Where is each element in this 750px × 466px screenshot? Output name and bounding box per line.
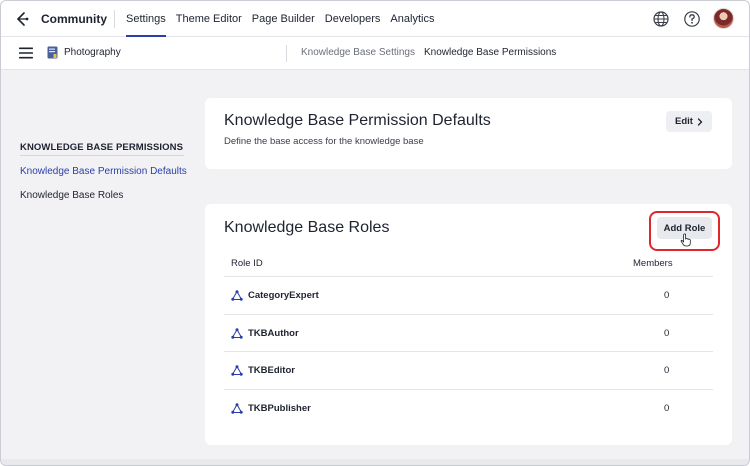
table-row[interactable]: TKBAuthor 0 bbox=[224, 313, 713, 352]
nav-tab-analytics[interactable]: Analytics bbox=[390, 1, 434, 37]
nav-tabs: Settings Theme Editor Page Builder Devel… bbox=[126, 1, 434, 37]
sidebar-item-permission-defaults[interactable]: Knowledge Base Permission Defaults bbox=[20, 166, 187, 177]
sidebar-divider bbox=[20, 155, 184, 156]
roles-title: Knowledge Base Roles bbox=[224, 219, 390, 236]
role-nodes-icon bbox=[231, 327, 243, 339]
help-icon[interactable] bbox=[683, 10, 701, 28]
bottom-strip bbox=[1, 459, 749, 465]
role-id[interactable]: TKBAuthor bbox=[248, 328, 299, 339]
roles-card: Knowledge Base Roles Add Role Role ID Me… bbox=[205, 204, 732, 445]
nav-divider bbox=[114, 10, 115, 28]
nav-tab-settings[interactable]: Settings bbox=[126, 1, 166, 37]
user-avatar[interactable] bbox=[713, 8, 734, 29]
nav-tab-page-builder[interactable]: Page Builder bbox=[252, 1, 315, 37]
breadcrumb-kb-permissions: Knowledge Base Permissions bbox=[424, 47, 557, 58]
sidebar-item-roles[interactable]: Knowledge Base Roles bbox=[20, 190, 123, 201]
top-navigation: Community Settings Theme Editor Page Bui… bbox=[1, 1, 749, 37]
globe-icon[interactable] bbox=[652, 10, 670, 28]
role-members-count: 0 bbox=[664, 290, 670, 301]
role-id[interactable]: TKBEditor bbox=[248, 365, 295, 376]
breadcrumb-divider bbox=[286, 45, 287, 62]
edit-button[interactable]: Edit bbox=[666, 111, 712, 132]
hamburger-menu-icon[interactable] bbox=[19, 47, 33, 59]
permission-defaults-description: Define the base access for the knowledge… bbox=[224, 136, 424, 147]
role-nodes-icon bbox=[231, 365, 243, 376]
role-id[interactable]: TKBPublisher bbox=[248, 403, 311, 414]
community-logo-icon[interactable] bbox=[15, 11, 29, 27]
roles-table: CategoryExpert 0 TKBAuthor 0 TKBEditor 0… bbox=[224, 276, 713, 426]
nav-tab-developers[interactable]: Developers bbox=[325, 1, 381, 37]
chevron-right-icon bbox=[697, 117, 703, 126]
edit-button-label: Edit bbox=[675, 116, 693, 127]
sidebar-heading: KNOWLEDGE BASE PERMISSIONS bbox=[20, 142, 184, 153]
sub-navigation-bar: Photography Knowledge Base Settings Know… bbox=[1, 37, 749, 70]
permission-defaults-card: Knowledge Base Permission Defaults Defin… bbox=[205, 98, 732, 169]
site-book-icon bbox=[47, 46, 58, 59]
breadcrumb-kb-settings[interactable]: Knowledge Base Settings bbox=[301, 47, 415, 58]
table-row[interactable]: CategoryExpert 0 bbox=[224, 276, 713, 314]
app-window: Community Settings Theme Editor Page Bui… bbox=[0, 0, 750, 466]
permission-defaults-title: Knowledge Base Permission Defaults bbox=[224, 112, 491, 129]
role-id[interactable]: CategoryExpert bbox=[248, 290, 319, 301]
role-nodes-icon bbox=[231, 402, 243, 414]
pointer-hand-icon bbox=[680, 233, 691, 247]
brand-name[interactable]: Community bbox=[41, 12, 107, 26]
nav-tab-theme-editor[interactable]: Theme Editor bbox=[176, 1, 242, 37]
site-name[interactable]: Photography bbox=[64, 47, 121, 58]
role-nodes-icon bbox=[231, 290, 243, 301]
table-row[interactable]: TKBPublisher 0 bbox=[224, 388, 713, 427]
add-role-label: Add Role bbox=[663, 222, 706, 234]
role-members-count: 0 bbox=[664, 402, 670, 414]
role-members-count: 0 bbox=[664, 327, 670, 339]
column-header-role-id[interactable]: Role ID bbox=[231, 258, 263, 269]
column-header-members[interactable]: Members bbox=[633, 258, 673, 269]
role-members-count: 0 bbox=[664, 365, 670, 376]
table-row[interactable]: TKBEditor 0 bbox=[224, 351, 713, 389]
